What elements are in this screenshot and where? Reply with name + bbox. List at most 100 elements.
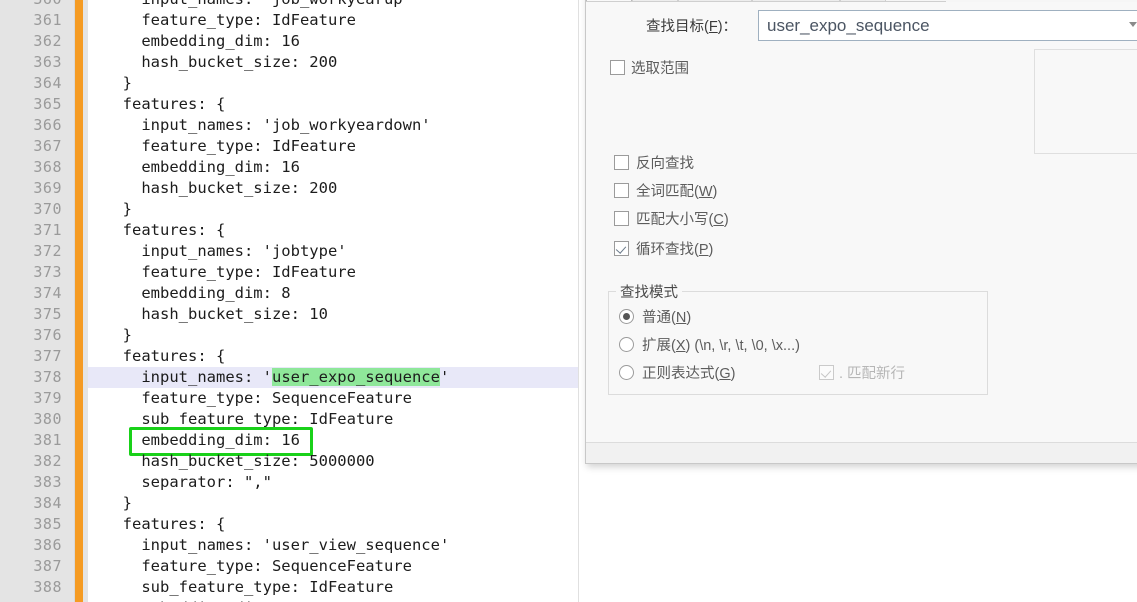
search-mode-row-2[interactable]: 正则表达式(G) . 匹配新行 [619,362,905,383]
line-number: 367 [33,137,62,155]
find-what-combobox[interactable]: user_expo_sequence [758,10,1137,41]
code-line-text[interactable]: feature_type: IdFeature [104,10,356,31]
code-line[interactable]: 385 features: { [0,514,1137,535]
code-line[interactable]: 383 separator: "," [0,472,1137,493]
code-line[interactable]: 387 feature_type: SequenceFeature [0,556,1137,577]
line-number: 365 [33,95,62,113]
search-match-highlight: user_expo_sequence [271,368,440,386]
code-line-text[interactable]: input_names: 'jobtype' [104,241,346,262]
line-number: 380 [33,410,62,428]
line-number: 385 [33,515,62,533]
line-number: 377 [33,347,62,365]
match-newline-row: . 匹配新行 [819,362,905,383]
code-line-text[interactable]: sub_feature_type: IdFeature [104,409,393,430]
search-option-label-3: 循环查找(P) [636,242,714,258]
line-number: 381 [33,431,62,449]
match-newline-checkbox [819,365,834,380]
code-line[interactable]: 388 sub_feature_type: IdFeature [0,577,1137,598]
code-line-text[interactable]: embedding_dim: 16 [104,598,300,602]
code-line-text[interactable]: embedding_dim: 16 [104,31,300,52]
scope-checkbox[interactable] [610,60,625,75]
line-number: 360 [0,0,62,10]
search-option-row-0[interactable]: 反向查找 [614,152,694,173]
code-line-text[interactable]: embedding_dim: 16 [104,430,300,451]
scope-checkbox-label: 选取范围 [631,61,689,77]
line-number: 379 [33,389,62,407]
code-line-text[interactable]: input_names: 'job_workyeardown' [104,115,430,136]
code-line-text[interactable]: input_names: 'user_view_sequence' [104,535,449,556]
line-number: 361 [33,11,62,29]
find-what-label-prefix: 查找目标( [646,19,709,35]
line-number: 383 [33,473,62,491]
find-what-input[interactable]: user_expo_sequence [767,11,930,40]
search-mode-radio-2[interactable] [619,365,634,380]
match-newline-label: . 匹配新行 [839,366,906,382]
code-line-text[interactable]: } [104,493,132,514]
line-number: 369 [33,179,62,197]
code-line-text[interactable]: feature_type: IdFeature [104,136,356,157]
search-mode-label-1: 扩展(X) (\n, \r, \t, \0, \x...) [642,338,800,354]
line-number: 372 [33,242,62,260]
search-mode-label-2: 正则表达式(G) [642,366,736,382]
line-number: 387 [33,557,62,575]
code-line-text[interactable]: features: { [104,346,226,367]
code-line-text[interactable]: feature_type: IdFeature [104,262,356,283]
search-mode-label-0: 普通(N) [642,310,692,326]
code-line[interactable]: 386 input_names: 'user_view_sequence' [0,535,1137,556]
search-option-checkbox-3[interactable] [614,241,629,256]
screen: 360 input_names: 'job_workyearup' 361 fea… [0,0,1137,602]
code-line[interactable]: 389 embedding_dim: 16 [0,598,1137,602]
line-number: 374 [33,284,62,302]
search-option-label-2: 匹配大小写(C) [636,212,729,228]
accelerator-key: N [675,310,687,326]
code-line-text[interactable]: hash_bucket_size: 5000000 [104,451,374,472]
search-option-row-3[interactable]: 循环查找(P) [614,238,713,259]
search-option-checkbox-0[interactable] [614,155,629,170]
code-line-text[interactable]: separator: "," [104,472,272,493]
code-line-text[interactable]: features: { [104,514,226,535]
code-line-text[interactable]: hash_bucket_size: 200 [104,52,337,73]
search-mode-radio-1[interactable] [619,337,634,352]
line-number: 382 [33,452,62,470]
search-option-row-2[interactable]: 匹配大小写(C) [614,208,729,229]
code-line-text[interactable]: } [104,325,132,346]
search-mode-radio-0[interactable] [619,309,634,324]
search-option-checkbox-1[interactable] [614,183,629,198]
code-line-text[interactable]: features: { [104,94,226,115]
line-number: 384 [33,494,62,512]
line-number: 364 [33,74,62,92]
code-line-text[interactable]: feature_type: SequenceFeature [104,556,412,577]
accelerator-key: W [698,184,713,200]
search-option-label-1: 全词匹配(W) [636,184,718,200]
code-line[interactable]: 384 } [0,493,1137,514]
code-line-text[interactable]: features: { [104,220,226,241]
code-line-text[interactable]: sub_feature_type: IdFeature [104,577,393,598]
line-number: 366 [33,116,62,134]
code-line-text[interactable]: embedding_dim: 8 [104,283,290,304]
line-number: 362 [33,32,62,50]
line-number: 373 [33,263,62,281]
search-option-label-0: 反向查找 [636,156,694,172]
code-line-text[interactable]: hash_bucket_size: 10 [104,304,328,325]
code-line-text[interactable]: input_names: 'user_expo_sequence' [104,367,449,388]
code-line-text[interactable]: hash_bucket_size: 200 [104,178,337,199]
line-number: 371 [33,221,62,239]
chevron-down-icon[interactable] [1129,22,1137,27]
find-what-label-accel: F [708,19,718,35]
code-line-text[interactable]: } [104,73,132,94]
find-dialog[interactable]: 查找替换文件查找工程中查找标记 查找目标(F)： user_expo_seque… [585,0,1137,464]
code-line-text[interactable]: } [104,199,132,220]
line-number: 363 [33,53,62,71]
code-line-text[interactable]: input_names: 'job_workyearup' [104,0,412,10]
search-mode-row-0[interactable]: 普通(N) [619,306,691,327]
code-line-text[interactable]: embedding_dim: 16 [104,157,300,178]
accelerator-key: P [698,242,709,258]
find-what-label: 查找目标(F)： [646,15,737,36]
search-mode-row-1[interactable]: 扩展(X) (\n, \r, \t, \0, \x...) [586,331,1137,355]
search-option-checkbox-2[interactable] [614,211,629,226]
scope-checkbox-row[interactable]: 选取范围 [610,57,689,78]
line-number: 389 [0,598,62,602]
code-line-text[interactable]: feature_type: SequenceFeature [104,388,412,409]
search-option-row-1[interactable]: 全词匹配(W) [614,180,717,201]
line-number: 376 [33,326,62,344]
